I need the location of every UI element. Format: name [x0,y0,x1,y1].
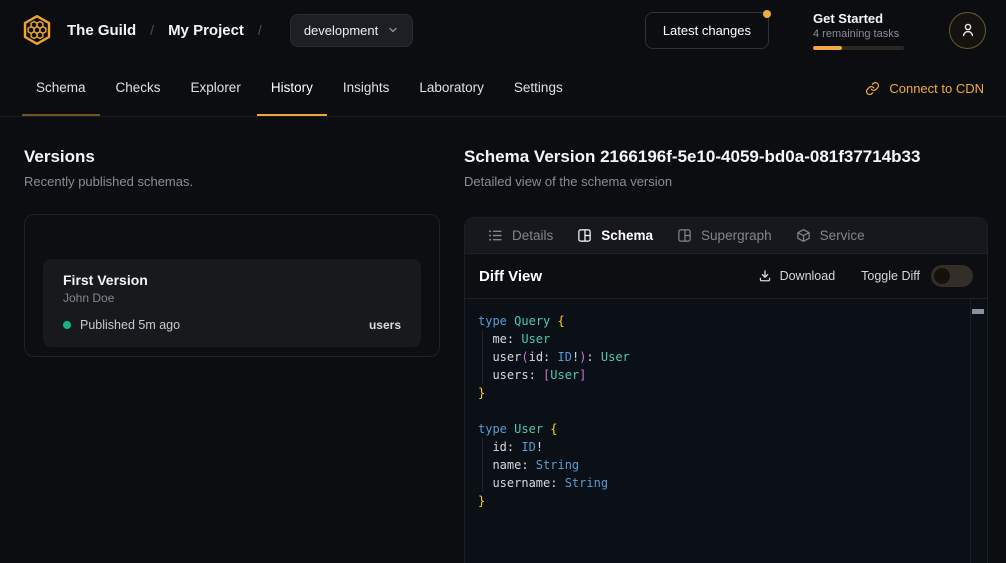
diff-view-actions: Download Toggle Diff [758,265,973,287]
get-started-widget[interactable]: Get Started 4 remaining tasks [813,11,905,50]
indent-guide [482,438,483,492]
version-detail-title: Schema Version 2166196f-5e10-4059-bd0a-0… [464,147,988,167]
nav-tab-laboratory[interactable]: Laboratory [405,60,498,116]
version-status: Published 5m ago [80,318,180,332]
chevron-down-icon [387,24,399,36]
code-line: type Query { [478,312,957,330]
notification-dot [763,10,771,18]
latest-changes-button[interactable]: Latest changes [645,12,769,49]
tab-service-label: Service [820,228,865,243]
version-service-badge: users [369,318,401,332]
user-avatar[interactable] [949,12,986,49]
connect-to-cdn-label: Connect to CDN [889,81,984,96]
tab-supergraph[interactable]: Supergraph [677,228,772,243]
breadcrumb-separator: / [258,22,262,38]
tab-supergraph-label: Supergraph [701,228,772,243]
nav-tab-checks[interactable]: Checks [102,60,175,116]
target-select-value: development [304,23,378,38]
tab-details-label: Details [512,228,553,243]
indent-guide [482,330,483,384]
cube-icon [796,228,811,243]
scrollbar-track [970,299,971,563]
nav-tab-schema[interactable]: Schema [22,60,100,116]
versions-subtitle: Recently published schemas. [24,174,440,189]
breadcrumb-project[interactable]: My Project [168,22,244,39]
versions-panel: Versions Recently published schemas. Fir… [24,117,440,563]
link-icon [865,81,880,96]
get-started-subtitle: 4 remaining tasks [813,28,905,40]
person-icon [960,22,976,38]
code-line: me: User [478,330,957,348]
code-editor[interactable]: type Query { me: User user(id: ID!): Use… [465,298,987,563]
main-content: Versions Recently published schemas. Fir… [0,117,1006,563]
download-label: Download [780,269,836,283]
latest-changes-label: Latest changes [663,23,751,38]
code-line: users: [User] [478,366,957,384]
code-line: id: ID! [478,438,957,456]
get-started-progress-fill [813,46,842,50]
code-line: } [478,492,957,510]
code-line: name: String [478,456,957,474]
versions-title: Versions [24,147,440,167]
diff-view-title: Diff View [479,268,542,285]
toggle-diff-label: Toggle Diff [861,269,920,283]
diff-view-header: Diff View Download Toggle Diff [465,254,987,298]
tab-service[interactable]: Service [796,228,865,243]
tab-schema-label: Schema [601,228,653,243]
version-name: First Version [63,272,401,288]
top-header: The Guild / My Project / development Lat… [0,0,1006,60]
code-editor-content: type Query { me: User user(id: ID!): Use… [478,312,957,510]
get-started-progress-track [813,46,904,50]
versions-list-card: First Version John Doe Published 5m ago … [24,214,440,357]
published-dot-icon [63,321,71,329]
version-detail-tabstrip: Details Schema [465,218,987,254]
target-select-dropdown[interactable]: development [290,14,413,47]
version-detail-box: Details Schema [464,217,988,563]
columns-icon [577,228,592,243]
toggle-diff-control: Toggle Diff [861,265,973,287]
nav-tab-explorer[interactable]: Explorer [177,60,255,116]
scrollbar-thumb[interactable] [972,309,984,314]
code-line: user(id: ID!): User [478,348,957,366]
breadcrumb-org[interactable]: The Guild [67,22,136,39]
hive-logo-icon[interactable] [20,13,54,47]
toggle-knob [934,268,950,284]
breadcrumb-separator: / [150,22,154,38]
download-icon [758,269,772,283]
version-detail-panel: Schema Version 2166196f-5e10-4059-bd0a-0… [464,117,988,563]
tab-details[interactable]: Details [488,228,553,243]
nav-tab-settings[interactable]: Settings [500,60,577,116]
tab-schema[interactable]: Schema [577,228,653,243]
code-line: username: String [478,474,957,492]
nav-tab-history[interactable]: History [257,60,327,116]
version-author: John Doe [63,291,401,305]
get-started-title: Get Started [813,11,905,26]
version-list-item[interactable]: First Version John Doe Published 5m ago … [43,259,421,347]
columns-icon [677,228,692,243]
code-line [478,402,957,420]
code-line: } [478,384,957,402]
download-button[interactable]: Download [758,269,836,283]
target-nav: SchemaChecksExplorerHistoryInsightsLabor… [0,60,1006,117]
code-line: type User { [478,420,957,438]
connect-to-cdn-button[interactable]: Connect to CDN [865,60,984,116]
nav-spacer [579,60,866,116]
list-icon [488,228,503,243]
toggle-diff-switch[interactable] [931,265,973,287]
version-detail-subtitle: Detailed view of the schema version [464,174,988,189]
nav-tab-insights[interactable]: Insights [329,60,404,116]
version-status-row: Published 5m ago users [63,318,401,332]
